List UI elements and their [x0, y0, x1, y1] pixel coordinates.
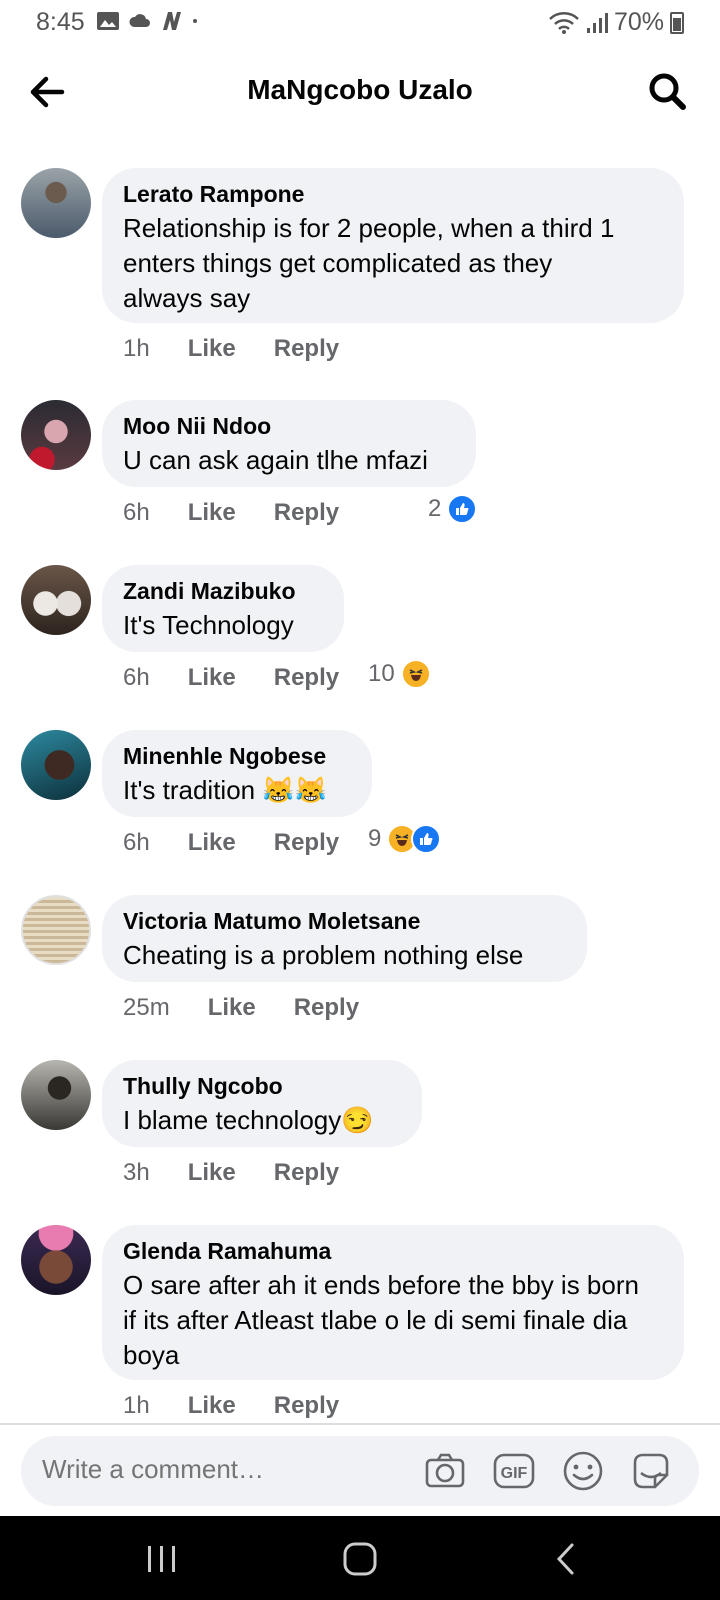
comment-bubble[interactable]: Moo Nii Ndoo U can ask again tlhe mfazi: [102, 400, 476, 487]
haha-reaction-icon: [400, 659, 431, 689]
status-time: 8:45: [36, 8, 85, 36]
reply-button[interactable]: Reply: [274, 1392, 339, 1420]
reply-button[interactable]: Reply: [274, 499, 339, 527]
comment-author[interactable]: Thully Ngcobo: [123, 1073, 401, 1099]
like-reaction-icon: [447, 494, 478, 524]
n-app-icon: [163, 12, 181, 30]
avatar[interactable]: [21, 895, 91, 965]
reply-button[interactable]: Reply: [274, 829, 339, 857]
comment-actions: 6h Like Reply: [123, 829, 339, 857]
page-title: MaNgcobo Uzalo: [247, 74, 473, 105]
avatar[interactable]: [21, 730, 91, 800]
avatar[interactable]: [21, 1225, 91, 1295]
emoji-icon[interactable]: [561, 1449, 605, 1493]
composer-divider: [0, 1423, 720, 1425]
reply-button[interactable]: Reply: [274, 335, 339, 363]
home-icon[interactable]: [340, 1542, 380, 1576]
dot-icon: [193, 19, 197, 23]
like-button[interactable]: Like: [188, 1392, 236, 1420]
back-icon[interactable]: [548, 1542, 588, 1576]
gallery-icon: [97, 12, 119, 30]
comment-bubble[interactable]: Thully Ngcobo I blame technology😏: [102, 1060, 422, 1147]
comment-bubble[interactable]: Glenda Ramahuma O sare after ah it ends …: [102, 1225, 684, 1380]
comment-composer: GIF: [21, 1436, 699, 1506]
comment-bubble[interactable]: Lerato Rampone Relationship is for 2 peo…: [102, 168, 684, 323]
comment-actions: 1h Like Reply: [123, 335, 339, 363]
battery-icon: [670, 11, 684, 34]
comment-bubble[interactable]: Victoria Matumo Moletsane Cheating is a …: [102, 895, 587, 982]
comment-input[interactable]: [42, 1454, 412, 1485]
comment-author[interactable]: Victoria Matumo Moletsane: [123, 908, 566, 934]
comment-text: U can ask again tlhe mfazi: [123, 445, 428, 475]
like-button[interactable]: Like: [188, 499, 236, 527]
comment-actions: 1h Like Reply: [123, 1392, 339, 1420]
reaction-count: 9: [368, 825, 382, 852]
reply-button[interactable]: Reply: [294, 994, 359, 1022]
reaction-count: 10: [368, 660, 395, 687]
comment-time: 6h: [123, 829, 150, 856]
status-bar: 8:45 70%: [0, 0, 720, 46]
comment-text: It's Technology: [123, 610, 294, 640]
avatar[interactable]: [21, 565, 91, 635]
like-button[interactable]: Like: [208, 994, 256, 1022]
like-button[interactable]: Like: [188, 829, 236, 857]
search-icon[interactable]: [642, 66, 694, 118]
like-button[interactable]: Like: [188, 335, 236, 363]
sticker-icon[interactable]: [629, 1449, 673, 1493]
reaction-summary[interactable]: 10: [368, 659, 431, 689]
comment-time: 1h: [123, 335, 150, 362]
comment-author[interactable]: Minenhle Ngobese: [123, 743, 351, 769]
comment-text: I blame technology😏: [123, 1105, 374, 1135]
comment-text: Relationship is for 2 people, when a thi…: [123, 213, 615, 313]
reaction-summary[interactable]: 9: [368, 824, 442, 854]
camera-icon[interactable]: [423, 1449, 467, 1493]
header: MaNgcobo Uzalo: [0, 46, 720, 136]
comment-actions: 25m Like Reply: [123, 994, 359, 1022]
comment-text: O sare after ah it ends before the bby i…: [123, 1270, 639, 1370]
comment-time: 25m: [123, 994, 170, 1021]
status-notification-icons: [96, 10, 204, 32]
comment-time: 6h: [123, 499, 150, 526]
comment-actions: 3h Like Reply: [123, 1159, 339, 1187]
system-nav-bar: [0, 1516, 720, 1600]
like-button[interactable]: Like: [188, 1159, 236, 1187]
avatar[interactable]: [21, 1060, 91, 1130]
comment-actions: 6h Like Reply: [123, 499, 339, 527]
svg-text:GIF: GIF: [501, 1465, 528, 1482]
avatar[interactable]: [21, 400, 91, 470]
avatar[interactable]: [21, 168, 91, 238]
comment-time: 3h: [123, 1159, 150, 1186]
status-right: 70%: [548, 8, 684, 37]
comment-author[interactable]: Lerato Rampone: [123, 181, 663, 207]
wifi-icon: [549, 11, 579, 34]
reaction-summary[interactable]: 2: [428, 494, 478, 524]
comment-time: 1h: [123, 1392, 150, 1419]
comment-author[interactable]: Glenda Ramahuma: [123, 1238, 663, 1264]
comment-text: Cheating is a problem nothing else: [123, 940, 524, 970]
comment-text: It's tradition 😹😹: [123, 775, 328, 805]
comment-actions: 6h Like Reply: [123, 664, 339, 692]
recent-apps-icon[interactable]: [142, 1542, 182, 1576]
reply-button[interactable]: Reply: [274, 1159, 339, 1187]
comment-author[interactable]: Zandi Mazibuko: [123, 578, 323, 604]
reaction-count: 2: [428, 495, 442, 522]
comment-time: 6h: [123, 664, 150, 691]
cloud-icon: [129, 14, 150, 27]
gif-icon[interactable]: GIF: [492, 1449, 536, 1493]
comments-list: Lerato Rampone Relationship is for 2 peo…: [0, 168, 720, 1423]
battery-percent: 70%: [613, 8, 664, 36]
reply-button[interactable]: Reply: [274, 664, 339, 692]
comment-author[interactable]: Moo Nii Ndoo: [123, 413, 455, 439]
like-button[interactable]: Like: [188, 664, 236, 692]
comment-bubble[interactable]: Minenhle Ngobese It's tradition 😹😹: [102, 730, 372, 817]
like-reaction-icon: [411, 824, 442, 854]
signal-icon: [586, 12, 608, 33]
comment-bubble[interactable]: Zandi Mazibuko It's Technology: [102, 565, 344, 652]
